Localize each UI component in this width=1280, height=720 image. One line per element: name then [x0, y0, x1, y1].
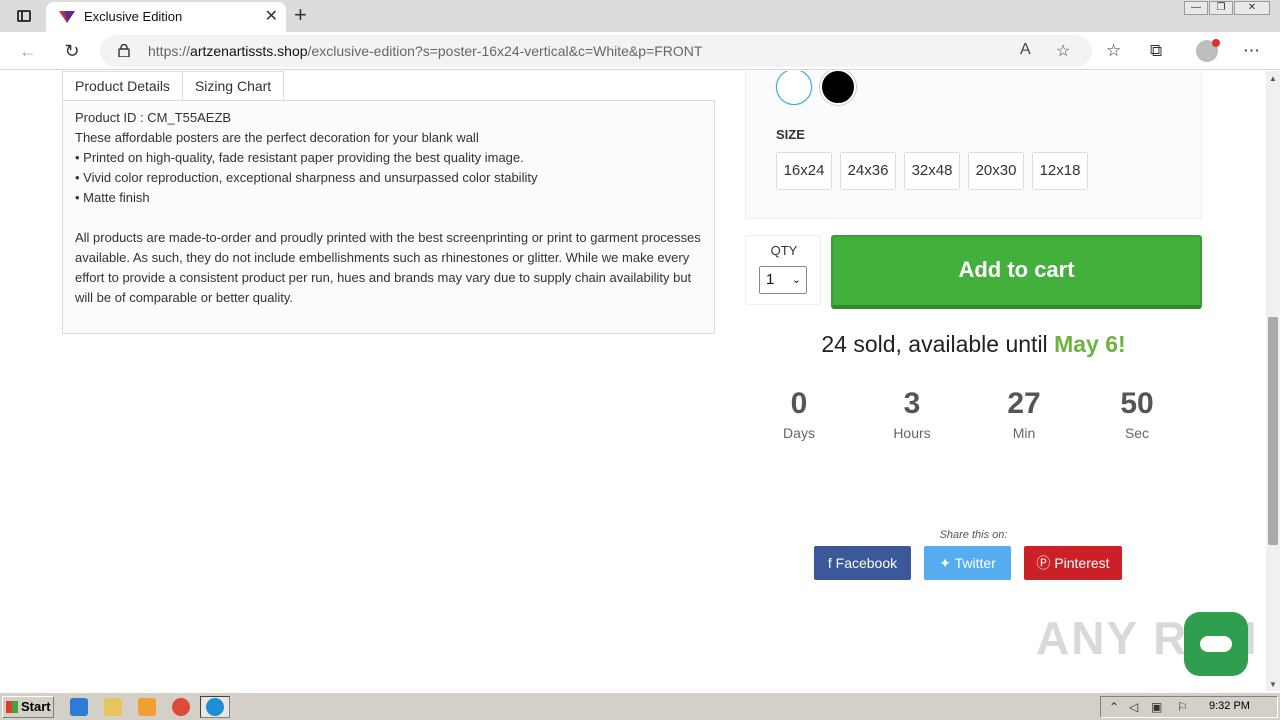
- share-twitter-button[interactable]: ✦ Twitter: [924, 546, 1011, 580]
- action-center-icon[interactable]: ⚐: [1177, 700, 1188, 714]
- twitter-icon: ✦: [939, 555, 955, 571]
- scroll-up-icon[interactable]: ▲: [1269, 74, 1277, 83]
- close-tab-icon[interactable]: ✕: [265, 8, 278, 26]
- scroll-thumb[interactable]: [1268, 317, 1278, 545]
- details-bullet: • Printed on high-quality, fade resistan…: [75, 150, 524, 165]
- system-tray: ⌃ ◁ ▣ ⚐ 9:32 PM: [1100, 696, 1278, 718]
- details-bullet: • Matte finish: [75, 190, 150, 205]
- edge-taskbar-button[interactable]: [200, 696, 230, 718]
- size-option[interactable]: 20x30: [968, 152, 1024, 190]
- qty-select[interactable]: 1 ⌄: [759, 266, 807, 294]
- add-favorite-icon[interactable]: ☆: [1056, 41, 1070, 61]
- refresh-icon[interactable]: ↻: [60, 40, 84, 62]
- size-heading: SIZE: [776, 127, 805, 142]
- color-swatch-black[interactable]: [820, 71, 856, 105]
- network-icon[interactable]: ▣: [1151, 700, 1162, 714]
- ie-icon[interactable]: [70, 698, 88, 716]
- share-facebook-button[interactable]: f Facebook: [814, 546, 911, 580]
- page-scrollbar[interactable]: ▲ ▼: [1266, 71, 1280, 691]
- chevron-down-icon: ⌄: [791, 274, 801, 286]
- close-window-icon[interactable]: ✕: [1234, 1, 1270, 15]
- size-option[interactable]: 24x36: [840, 152, 896, 190]
- more-menu-icon[interactable]: ⋯: [1243, 41, 1260, 61]
- edge-icon: [206, 698, 224, 716]
- page-content: Product Details Sizing Chart Product ID …: [0, 71, 1266, 691]
- share-pinterest-button[interactable]: Ⓟ Pinterest: [1024, 546, 1122, 580]
- site-favicon-icon: [59, 11, 75, 23]
- size-options: 16x24 24x36 32x48 20x30 12x18: [776, 152, 1088, 190]
- tab-title: Exclusive Edition: [84, 9, 183, 24]
- scroll-down-icon[interactable]: ▼: [1269, 680, 1277, 689]
- size-option[interactable]: 32x48: [904, 152, 960, 190]
- quantity-box: QTY 1 ⌄: [745, 235, 821, 305]
- product-tabs: Product Details Sizing Chart: [62, 71, 285, 101]
- address-toolbar: ← ↻ https://artzenartissts.shop/exclusiv…: [0, 32, 1280, 70]
- chrome-icon[interactable]: [172, 698, 190, 716]
- countdown-seconds: 50 Sec: [1120, 387, 1154, 441]
- lock-icon: [118, 44, 130, 57]
- volume-icon[interactable]: ◁: [1129, 700, 1138, 714]
- size-option[interactable]: 12x18: [1032, 152, 1088, 190]
- countdown-hours: 3 Hours: [893, 387, 931, 441]
- tab-sizing-chart[interactable]: Sizing Chart: [182, 71, 285, 101]
- profile-avatar-icon[interactable]: [1196, 39, 1220, 62]
- tray-expand-icon[interactable]: ⌃: [1109, 700, 1119, 714]
- back-icon[interactable]: ←: [16, 40, 40, 62]
- collections-icon[interactable]: ⧉: [1150, 41, 1162, 61]
- facebook-icon: f: [827, 555, 836, 571]
- countdown-days: 0 Days: [783, 387, 815, 441]
- product-details-panel: Product ID : CM_T55AEZB These affordable…: [62, 100, 715, 334]
- windows-logo-icon: [6, 701, 18, 713]
- minimize-icon[interactable]: —: [1184, 1, 1208, 15]
- browser-tab-bar: Exclusive Edition ✕ + — ❐ ✕: [0, 0, 1280, 32]
- chat-widget-icon[interactable]: [1184, 612, 1248, 676]
- read-aloud-icon[interactable]: A: [1020, 41, 1031, 59]
- media-player-icon[interactable]: [138, 698, 156, 716]
- add-to-cart-button[interactable]: Add to cart: [831, 235, 1202, 309]
- countdown-minutes: 27 Min: [1007, 387, 1041, 441]
- pinterest-icon: Ⓟ: [1036, 555, 1055, 571]
- product-options: SIZE 16x24 24x36 32x48 20x30 12x18: [745, 71, 1202, 219]
- folder-icon[interactable]: [104, 698, 122, 716]
- url-field[interactable]: https://artzenartissts.shop/exclusive-ed…: [100, 35, 1092, 67]
- color-swatch-white[interactable]: [776, 71, 812, 105]
- start-button[interactable]: Start: [2, 696, 54, 718]
- sold-status: 24 sold, available until May 6!: [821, 331, 1126, 357]
- favorites-icon[interactable]: ☆: [1106, 41, 1121, 61]
- qty-label: QTY: [770, 243, 798, 258]
- restore-icon[interactable]: ❐: [1209, 1, 1233, 15]
- browser-tab[interactable]: Exclusive Edition ✕: [46, 2, 286, 32]
- url-text: https://artzenartissts.shop/exclusive-ed…: [148, 43, 703, 59]
- clock: 9:32 PM: [1209, 700, 1250, 712]
- share-label: Share this on:: [939, 529, 1008, 541]
- availability-date: May 6!: [1054, 331, 1126, 357]
- tab-actions-icon[interactable]: [10, 6, 38, 26]
- details-intro: These affordable posters are the perfect…: [75, 130, 479, 145]
- details-paragraph: All products are made-to-order and proud…: [75, 230, 701, 305]
- tab-product-details[interactable]: Product Details: [62, 71, 183, 101]
- product-id: Product ID : CM_T55AEZB: [75, 110, 232, 125]
- taskbar: Start ⌃ ◁ ▣ ⚐ 9:32 PM: [0, 692, 1280, 720]
- size-option[interactable]: 16x24: [776, 152, 832, 190]
- countdown-timer: 0 Days 3 Hours 27 Min 50 Sec: [745, 385, 1202, 455]
- new-tab-icon[interactable]: +: [294, 3, 307, 27]
- details-bullet: • Vivid color reproduction, exceptional …: [75, 170, 538, 185]
